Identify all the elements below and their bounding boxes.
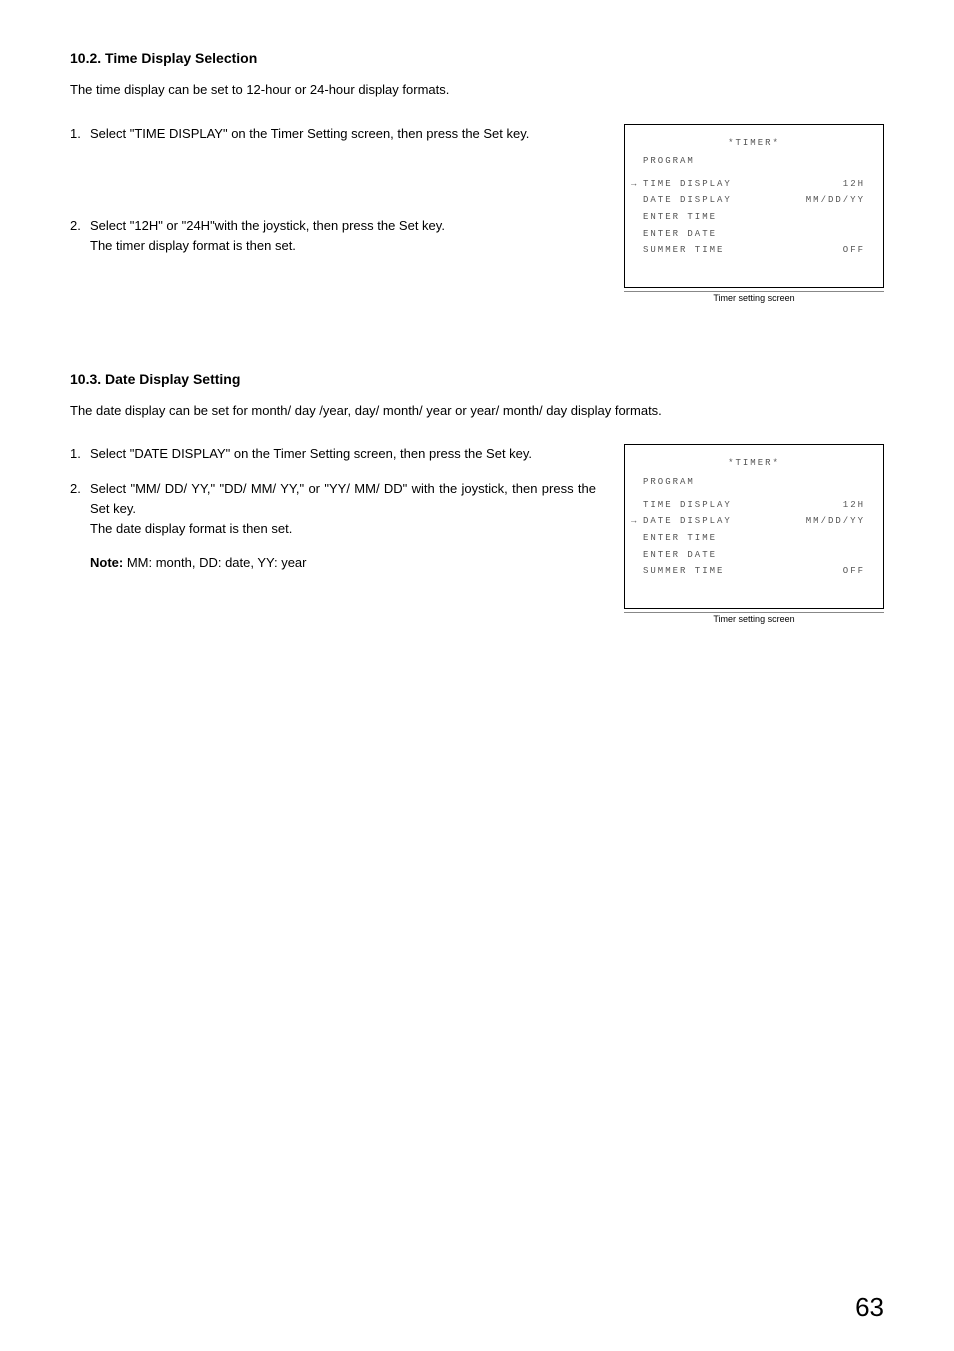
- page-number: 63: [855, 1292, 884, 1323]
- arrow-right-icon: →: [631, 176, 641, 193]
- screen1-enter-time: ENTER TIME: [643, 209, 717, 226]
- step-10-3-1-text: Select "DATE DISPLAY" on the Timer Setti…: [90, 446, 532, 461]
- heading-10-2: 10.2. Time Display Selection: [70, 50, 884, 66]
- note-label: Note:: [90, 555, 123, 570]
- section-10-2: 10.2. Time Display Selection The time di…: [70, 50, 884, 303]
- screen2-caption: Timer setting screen: [624, 612, 884, 624]
- screen1-time-display: TIME DISPLAY: [643, 176, 732, 193]
- intro-10-2: The time display can be set to 12-hour o…: [70, 80, 884, 100]
- screen2-time-display: TIME DISPLAY: [643, 497, 732, 514]
- step-10-2-1-text: Select "TIME DISPLAY" on the Timer Setti…: [90, 126, 529, 141]
- screen2-enter-date: ENTER DATE: [643, 547, 717, 564]
- screen2-enter-time: ENTER TIME: [643, 530, 717, 547]
- screen2-date-display: DATE DISPLAY: [643, 513, 732, 530]
- screen-wrap-2: *TIMER* PROGRAM TIME DISPLAY 12H → DATE …: [624, 444, 884, 623]
- row-10-2: Select "TIME DISPLAY" on the Timer Setti…: [70, 124, 884, 303]
- step-10-2-2: Select "12H" or "24H"with the joystick, …: [70, 216, 596, 256]
- screen2-date-display-val: MM/DD/YY: [806, 513, 865, 530]
- step-10-3-2-line2: The date display format is then set.: [90, 521, 292, 536]
- screen2-summer-time-val: OFF: [843, 563, 865, 580]
- step-10-3-2-line1: Select "MM/ DD/ YY," "DD/ MM/ YY," or "Y…: [90, 481, 596, 516]
- screen-wrap-1: *TIMER* PROGRAM → TIME DISPLAY 12H DATE …: [624, 124, 884, 303]
- intro-10-3: The date display can be set for month/ d…: [70, 401, 884, 421]
- section-10-3: 10.3. Date Display Setting The date disp…: [70, 371, 884, 624]
- screen1-summer-time: SUMMER TIME: [643, 242, 724, 259]
- screen1-caption: Timer setting screen: [624, 291, 884, 303]
- screen1-time-display-val: 12H: [843, 176, 865, 193]
- steps-10-2: Select "TIME DISPLAY" on the Timer Setti…: [70, 124, 596, 296]
- note-10-3: Note: MM: month, DD: date, YY: year: [90, 553, 596, 573]
- arrow-right-icon: →: [631, 513, 641, 530]
- step-10-2-2-line1: Select "12H" or "24H"with the joystick, …: [90, 218, 445, 233]
- timer-screen-1: *TIMER* PROGRAM → TIME DISPLAY 12H DATE …: [624, 124, 884, 288]
- step-10-3-1: Select "DATE DISPLAY" on the Timer Setti…: [70, 444, 596, 464]
- screen2-title: *TIMER*: [643, 455, 865, 472]
- screen1-summer-time-val: OFF: [843, 242, 865, 259]
- row-10-3: Select "DATE DISPLAY" on the Timer Setti…: [70, 444, 884, 623]
- steps-10-3: Select "DATE DISPLAY" on the Timer Setti…: [70, 444, 596, 613]
- screen1-enter-date: ENTER DATE: [643, 226, 717, 243]
- timer-screen-2: *TIMER* PROGRAM TIME DISPLAY 12H → DATE …: [624, 444, 884, 608]
- screen1-title: *TIMER*: [643, 135, 865, 152]
- heading-10-3: 10.3. Date Display Setting: [70, 371, 884, 387]
- step-10-2-1: Select "TIME DISPLAY" on the Timer Setti…: [70, 124, 596, 144]
- screen1-program: PROGRAM: [643, 153, 695, 170]
- screen2-summer-time: SUMMER TIME: [643, 563, 724, 580]
- screen1-date-display: DATE DISPLAY: [643, 192, 732, 209]
- screen2-program: PROGRAM: [643, 474, 695, 491]
- step-10-3-2: Select "MM/ DD/ YY," "DD/ MM/ YY," or "Y…: [70, 479, 596, 574]
- note-text: MM: month, DD: date, YY: year: [123, 555, 306, 570]
- step-10-2-2-line2: The timer display format is then set.: [90, 238, 296, 253]
- screen2-time-display-val: 12H: [843, 497, 865, 514]
- screen1-date-display-val: MM/DD/YY: [806, 192, 865, 209]
